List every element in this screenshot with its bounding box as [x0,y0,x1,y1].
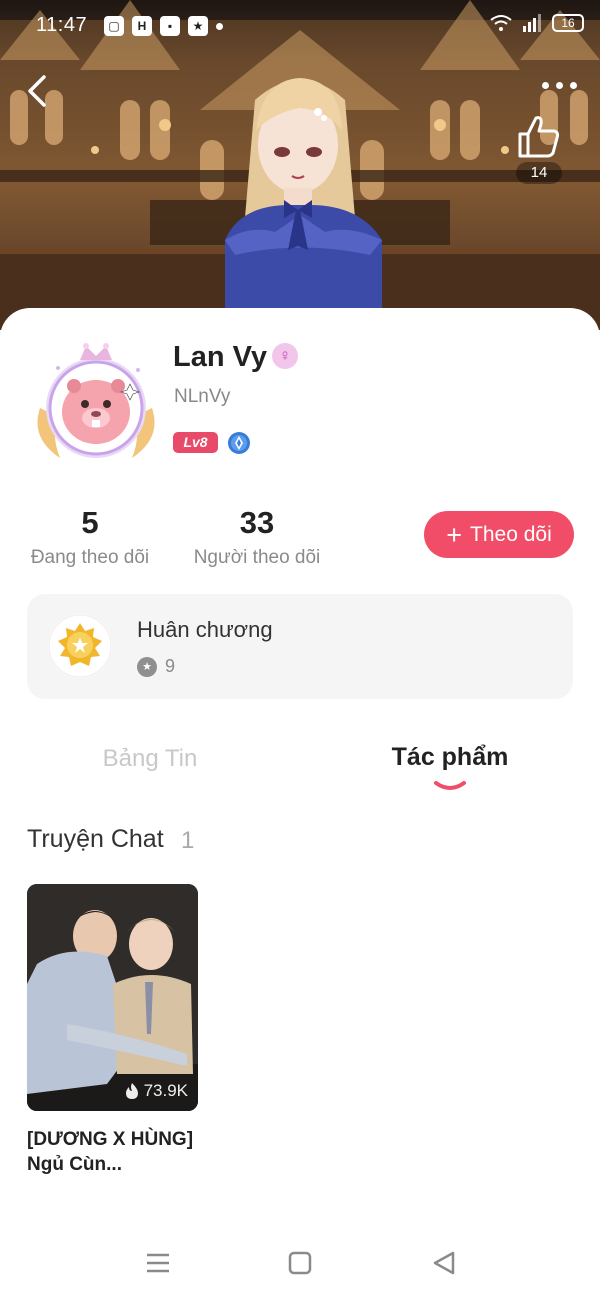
diamond-badge-icon[interactable] [227,431,251,455]
avatar[interactable] [30,338,162,470]
follow-button-label: Theo dõi [470,522,552,546]
flame-icon [125,1083,138,1099]
section-title: Truyện Chat [27,825,164,853]
notification-brand-icon: ▪ [160,16,180,36]
story-views-count: 73.9K [143,1081,188,1100]
following-count: 5 [81,505,99,540]
medal-count: ★ 9 [137,656,175,677]
profile-username: NLnVy [174,386,231,407]
battery-icon: 16 [552,14,584,32]
medal-title: Huân chương [137,617,273,642]
more-dot-icon [570,82,577,89]
thumbs-up-icon[interactable] [514,112,564,162]
followers-label: Người theo dõi [193,547,321,568]
story-views: 73.9K [124,1081,188,1101]
tab-feed[interactable]: Bảng Tin [70,745,230,773]
active-tab-indicator [434,781,466,790]
signal-icon [523,14,541,32]
more-options-button[interactable] [542,82,582,96]
back-triangle-icon[interactable] [429,1250,459,1276]
like-count: 14 [516,162,562,184]
female-icon: ♀ [272,343,298,369]
following-label: Đang theo dõi [30,547,150,568]
medal-count-value: 9 [165,656,176,676]
menu-icon[interactable] [143,1250,173,1276]
profile-banner: 11:47 ▢ H ▪ ★ 16 14 [0,0,600,330]
follow-button[interactable]: + Theo dõi [424,511,574,558]
notification-dot-icon [216,23,223,30]
status-time: 11:47 [36,14,88,36]
notification-star-icon: ★ [188,16,208,36]
following-stat[interactable]: 5 Đang theo dõi [20,505,160,569]
back-icon[interactable] [22,74,52,108]
followers-stat[interactable]: 33 Người theo dõi [186,505,328,569]
notification-h-icon: H [132,16,152,36]
status-app-icons: ▢ H ▪ ★ [104,16,223,36]
story-cover-image [27,884,198,1111]
more-dot-icon [542,82,549,89]
story-title[interactable]: [DƯƠNG X HÙNG] Ngủ Cùn... [27,1127,207,1177]
followers-count: 33 [239,505,275,540]
notification-app-icon: ▢ [104,16,124,36]
story-card[interactable]: 73.9K [27,884,198,1111]
star-icon: ★ [137,656,157,677]
more-dot-icon [556,82,563,89]
medal-icon [48,614,112,678]
medal-card[interactable]: Huân chương ★ 9 [27,594,573,699]
system-navbar [0,1230,600,1299]
status-right: 16 [490,14,584,32]
status-bar: 11:47 ▢ H ▪ ★ 16 [0,0,600,52]
tab-works[interactable]: Tác phẩm [368,743,532,772]
wifi-icon [490,15,512,31]
level-badge[interactable]: Lv8 [173,432,218,453]
plus-icon: + [446,519,463,550]
section-count: 1 [181,827,195,854]
home-square-icon[interactable] [285,1250,315,1276]
profile-name: Lan Vy [173,341,268,373]
